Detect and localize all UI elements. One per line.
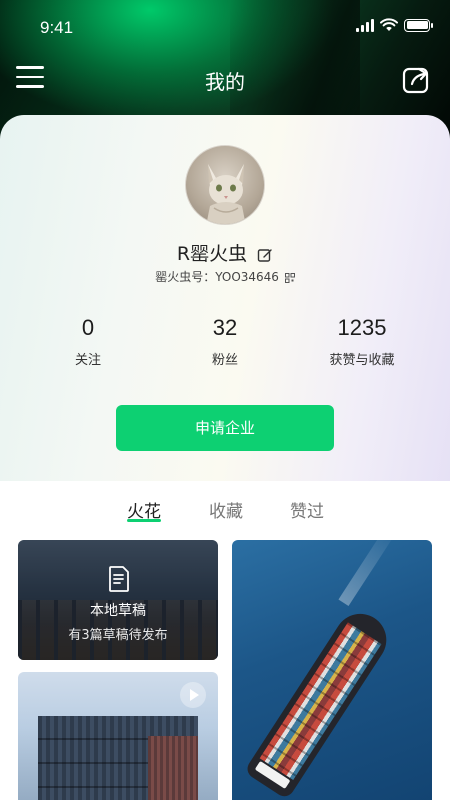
shipping-containers-image bbox=[38, 716, 198, 800]
cat-avatar-image bbox=[206, 164, 246, 224]
username-row: R罂火虫 bbox=[0, 239, 450, 266]
local-drafts-card[interactable]: 本地草稿 有3篇草稿待发布 bbox=[18, 540, 218, 660]
tab-liked[interactable]: 赞过 bbox=[290, 497, 324, 522]
cellular-signal-icon bbox=[356, 18, 374, 32]
ship-wake bbox=[338, 540, 398, 607]
avatar[interactable] bbox=[185, 145, 265, 225]
stat-value: 32 bbox=[212, 315, 238, 340]
active-tab-indicator bbox=[127, 519, 161, 522]
stat-label: 获赞与收藏 bbox=[329, 353, 395, 368]
edit-icon[interactable] bbox=[257, 247, 273, 263]
cargo-ship-image bbox=[243, 603, 397, 800]
draft-subtitle: 有3篇草稿待发布 bbox=[68, 628, 168, 643]
draft-title: 本地草稿 bbox=[90, 603, 146, 619]
username: R罂火虫 bbox=[176, 243, 248, 265]
user-id-row: 罂火虫号：YOO34646 bbox=[0, 268, 450, 285]
qr-code-icon[interactable] bbox=[284, 272, 295, 283]
user-id: 罂火虫号：YOO34646 bbox=[155, 270, 279, 284]
page-title: 我的 bbox=[205, 70, 245, 94]
stat-value: 0 bbox=[81, 315, 95, 340]
status-bar: 9:41 bbox=[0, 0, 450, 56]
stat-following[interactable]: 0 关注 bbox=[18, 315, 158, 368]
play-icon bbox=[180, 682, 206, 708]
apply-enterprise-button[interactable]: 申请企业 bbox=[116, 405, 334, 451]
feed-item-video[interactable] bbox=[18, 672, 218, 800]
feed-item-image[interactable] bbox=[232, 540, 432, 800]
stats-row: 0 关注 32 粉丝 1235 获赞与收藏 bbox=[0, 315, 450, 375]
stat-followers[interactable]: 32 粉丝 bbox=[155, 315, 295, 368]
stat-label: 粉丝 bbox=[211, 353, 238, 368]
stat-value: 1235 bbox=[337, 315, 387, 340]
document-icon bbox=[109, 566, 129, 592]
status-time: 9:41 bbox=[40, 18, 74, 37]
share-icon[interactable] bbox=[402, 64, 432, 94]
stat-label: 关注 bbox=[74, 353, 101, 368]
profile-card: R罂火虫 罂火虫号：YOO34646 0 关注 32 粉丝 1235 获赞与收藏… bbox=[0, 115, 450, 481]
stat-likes-and-saves[interactable]: 1235 获赞与收藏 bbox=[292, 315, 432, 368]
wifi-icon bbox=[380, 18, 398, 31]
battery-icon bbox=[404, 18, 433, 32]
feed-grid: 本地草稿 有3篇草稿待发布 bbox=[0, 540, 450, 800]
tab-favorites[interactable]: 收藏 bbox=[209, 497, 243, 522]
status-icons bbox=[356, 18, 433, 32]
nav-bar: 我的 bbox=[0, 56, 450, 100]
